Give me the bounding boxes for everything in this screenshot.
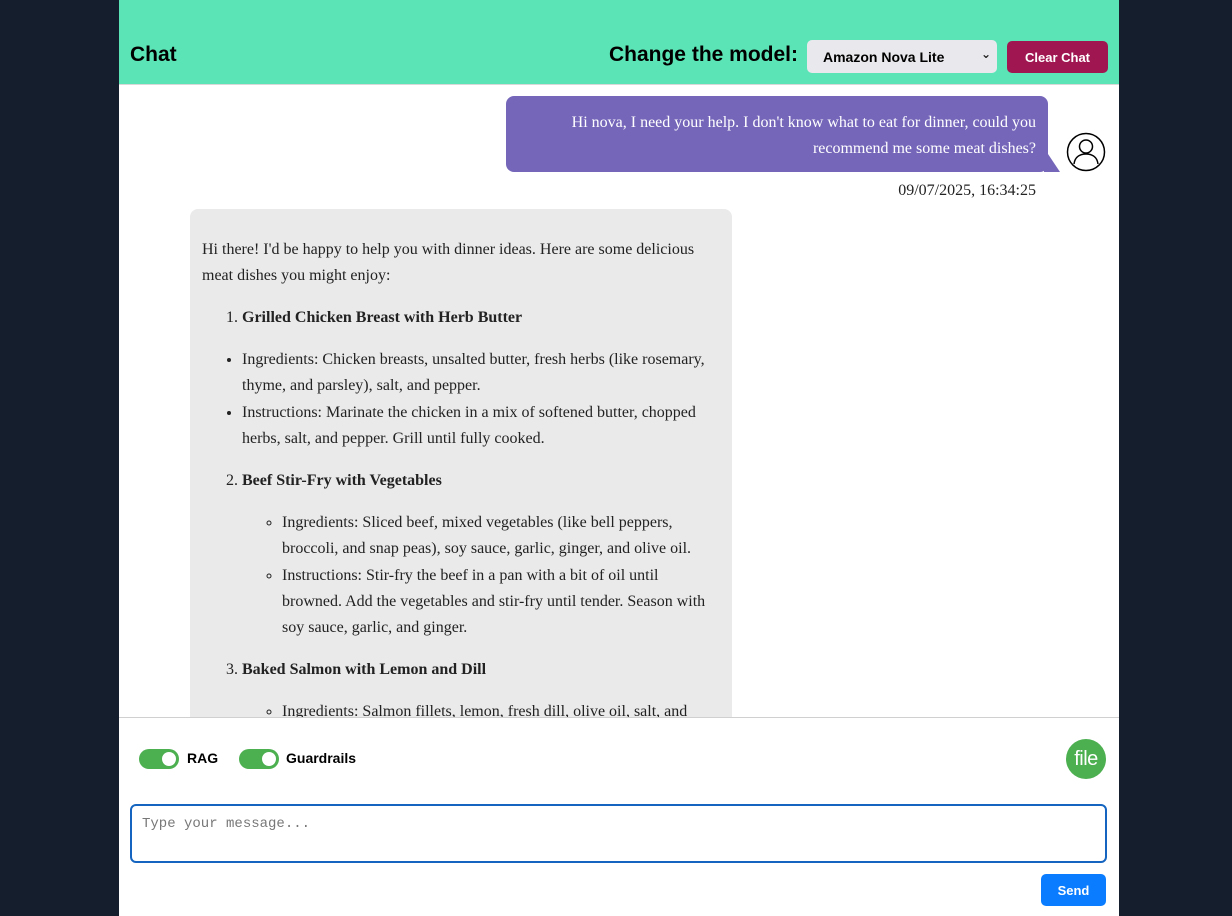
dish-name: Grilled Chicken Breast with Herb Butter (242, 309, 523, 326)
rag-label: RAG (187, 750, 219, 766)
dish-name: Beef Stir-Fry with Vegetables (242, 472, 442, 489)
chat-app: Chat Change the model: Amazon Nova Lite … (119, 0, 1119, 916)
input-panel: RAG Guardrails file Send (119, 717, 1119, 916)
toggle-knob (262, 752, 276, 766)
dish-item: Beef Stir-Fry with Vegetables Ingredient… (242, 468, 716, 641)
user-bubble-tail (1044, 148, 1060, 172)
dish-item: Baked Salmon with Lemon and Dill Ingredi… (242, 657, 716, 717)
dish-details: Ingredients: Sliced beef, mixed vegetabl… (242, 510, 716, 641)
dish-name: Baked Salmon with Lemon and Dill (242, 661, 487, 678)
user-message-text: Hi nova, I need your help. I don't know … (571, 114, 1036, 157)
toggle-knob (162, 752, 176, 766)
dish-instructions: Instructions: Stir-fry the beef in a pan… (282, 563, 716, 641)
header-bar: Chat Change the model: Amazon Nova Lite … (119, 0, 1119, 85)
dish-ingredients: Ingredients: Chicken breasts, unsalted b… (242, 347, 716, 399)
send-button[interactable]: Send (1041, 874, 1106, 906)
dish-ingredients: Ingredients: Sliced beef, mixed vegetabl… (282, 510, 716, 562)
chevron-down-icon: ⌄ (980, 47, 991, 61)
model-label: Change the model: (608, 43, 798, 66)
dish-details: Ingredients: Chicken breasts, unsalted b… (162, 347, 716, 452)
page-title: Chat (130, 43, 177, 66)
user-message-bubble: Hi nova, I need your help. I don't know … (506, 96, 1048, 172)
rag-toggle[interactable] (139, 749, 179, 769)
message-list[interactable]: Hi nova, I need your help. I don't know … (119, 84, 1119, 717)
dish-instructions: Instructions: Marinate the chicken in a … (242, 400, 716, 452)
dish-ingredients: Ingredients: Salmon fillets, lemon, fres… (282, 699, 716, 717)
user-circle-icon (1066, 132, 1106, 172)
message-timestamp: 09/07/2025, 16:34:25 (898, 182, 1036, 199)
guardrails-toggle[interactable] (239, 749, 279, 769)
assistant-intro: Hi there! I'd be happy to help you with … (202, 241, 695, 284)
dish-list: Beef Stir-Fry with Vegetables Ingredient… (202, 468, 716, 717)
dish-details: Ingredients: Salmon fillets, lemon, fres… (242, 699, 716, 717)
clear-chat-button[interactable]: Clear Chat (1007, 41, 1108, 73)
guardrails-label: Guardrails (286, 750, 357, 766)
dish-list: Grilled Chicken Breast with Herb Butter (202, 305, 716, 331)
file-upload-button[interactable]: file (1066, 739, 1106, 779)
assistant-message-bubble: Hi there! I'd be happy to help you with … (190, 209, 732, 717)
message-input[interactable] (130, 804, 1107, 863)
dish-item: Grilled Chicken Breast with Herb Butter (242, 305, 716, 331)
model-select[interactable]: Amazon Nova Lite ⌄ (807, 40, 997, 73)
model-select-value: Amazon Nova Lite (823, 48, 945, 65)
